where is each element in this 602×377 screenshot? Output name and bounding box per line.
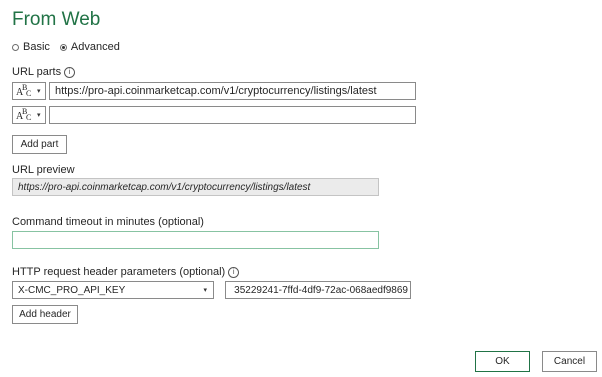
header-value-text: 35229241-7ffd-4df9-72ac-068aedf9869 — [234, 284, 408, 296]
chevron-down-icon: ▾ — [37, 112, 41, 119]
ok-button[interactable]: OK — [475, 351, 530, 372]
add-header-button[interactable]: Add header — [12, 305, 78, 324]
header-value-input[interactable]: 35229241-7ffd-4df9-72ac-068aedf9869 — [225, 281, 411, 299]
mode-radio-group: Basic Advanced — [12, 41, 120, 53]
abc-text-type-icon: ABC — [16, 107, 32, 122]
url-part-1-type-dropdown[interactable]: ABC ▾ — [12, 82, 46, 100]
info-icon[interactable]: i — [64, 66, 76, 78]
advanced-radio[interactable]: Advanced — [59, 41, 120, 53]
url-part-1-input[interactable]: https://pro-api.coinmarketcap.com/v1/cry… — [49, 82, 416, 100]
timeout-label: Command timeout in minutes (optional) — [12, 216, 204, 228]
url-preview-label: URL preview — [12, 164, 75, 176]
dialog-title: From Web — [12, 9, 101, 30]
http-headers-label: HTTP request header parameters (optional… — [12, 266, 226, 278]
add-part-button[interactable]: Add part — [12, 135, 67, 154]
url-preview-field: https://pro-api.coinmarketcap.com/v1/cry… — [12, 178, 379, 196]
url-parts-label: URL parts — [12, 66, 62, 78]
url-parts-label-row: URL parts i — [12, 66, 76, 78]
cancel-button[interactable]: Cancel — [542, 351, 597, 372]
timeout-input[interactable] — [12, 231, 379, 249]
advanced-radio-label: Advanced — [70, 41, 120, 53]
url-part-2-input[interactable] — [49, 106, 416, 124]
url-part-2-type-dropdown[interactable]: ABC ▾ — [12, 106, 46, 124]
http-headers-label-row: HTTP request header parameters (optional… — [12, 266, 240, 278]
basic-radio-label: Basic — [23, 41, 50, 53]
chevron-down-icon: ▾ — [37, 88, 41, 95]
basic-radio-dot[interactable] — [12, 43, 19, 51]
chevron-down-icon: ▾ — [203, 287, 207, 294]
basic-radio[interactable]: Basic — [12, 41, 50, 53]
info-icon[interactable]: i — [228, 266, 240, 278]
advanced-radio-dot[interactable] — [59, 43, 67, 51]
header-name-dropdown[interactable]: X-CMC_PRO_API_KEY ▾ — [12, 281, 214, 299]
header-name-value: X-CMC_PRO_API_KEY — [18, 284, 126, 296]
abc-text-type-icon: ABC — [16, 83, 32, 98]
